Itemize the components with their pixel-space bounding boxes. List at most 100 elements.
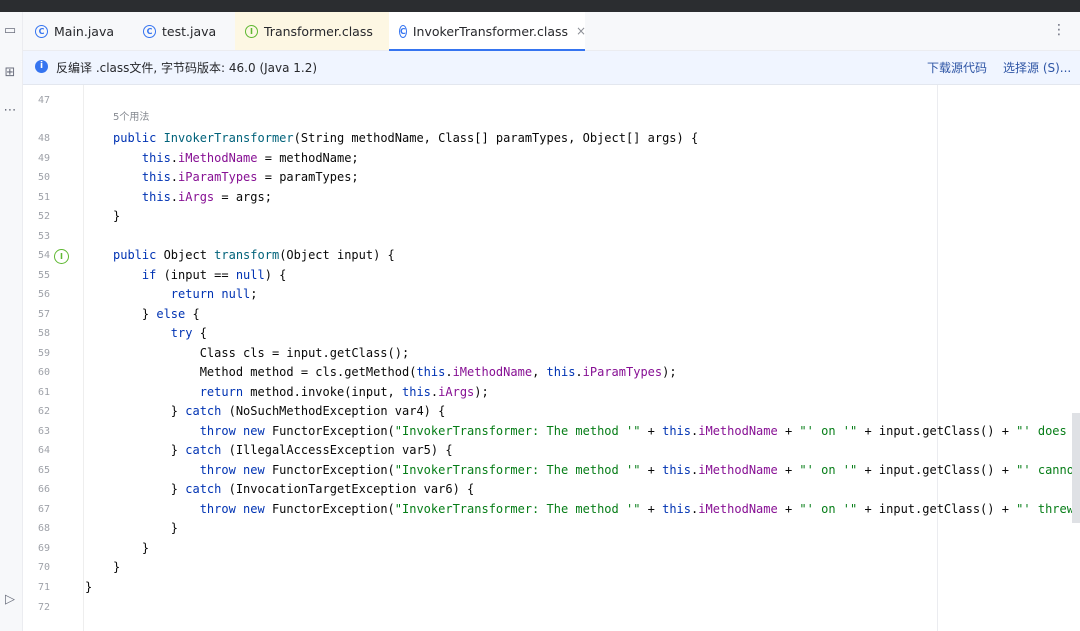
tab-transformer-class[interactable]: I Transformer.class (235, 12, 389, 50)
code-token: ) { (264, 268, 287, 282)
code-editor[interactable]: 5个用法 public InvokerTransformer(String met… (83, 85, 1080, 631)
code-token: . (575, 365, 583, 379)
structure-icon[interactable]: ⊞ (1, 64, 19, 82)
code-token: public (113, 131, 164, 145)
code-token: } (113, 209, 121, 223)
tab-main-java[interactable]: C Main.java (35, 12, 133, 50)
line-number: 69 (37, 543, 50, 554)
code-token: InvokerTransformer (163, 131, 294, 145)
code-token: + (640, 463, 663, 477)
more-tools-icon[interactable]: ⋯ (1, 102, 19, 120)
code-token: (IllegalAccessException var5) { (228, 443, 453, 457)
download-sources-link[interactable]: 下载源代码 (927, 59, 987, 76)
code-token: iMethodName (178, 151, 258, 165)
tab-label: test.java (162, 23, 217, 39)
tabs-menu-icon[interactable]: ⋮ (1052, 22, 1066, 38)
code-token: + input.getClass() + (857, 463, 1017, 477)
code-token: iArgs (438, 385, 475, 399)
code-line: } catch (IllegalAccessException var5) { (113, 443, 453, 457)
tab-label: Main.java (54, 23, 115, 39)
editor-tabs: C Main.java C test.java I Transformer.cl… (23, 12, 1080, 51)
code-token: } (113, 541, 150, 555)
run-icon[interactable]: ▷ (1, 591, 19, 609)
code-token: return null (113, 287, 251, 301)
line-number: 64 (37, 445, 50, 456)
code-token: method.invoke(input, (250, 385, 402, 399)
line-number: 51 (37, 192, 50, 203)
code-token: null (235, 268, 265, 282)
code-token: ); (662, 365, 677, 379)
line-number: 60 (37, 367, 50, 378)
horizontal-scroll-indicator[interactable] (1072, 413, 1080, 523)
code-token: + input.getClass() + (857, 502, 1017, 516)
code-token: this (113, 190, 171, 204)
close-icon[interactable]: × (576, 24, 586, 38)
code-line: this.iArgs = args; (113, 190, 272, 204)
line-number: 68 (37, 523, 50, 534)
line-number: 58 (37, 328, 50, 339)
code-token: , (532, 365, 547, 379)
line-number: 59 (37, 348, 50, 359)
code-line: if (input == null) { (113, 268, 287, 282)
code-token: "' on '" (799, 502, 858, 516)
code-line: Class cls = input.getClass(); (113, 346, 410, 360)
code-token: } (113, 307, 157, 321)
code-token: this (662, 502, 692, 516)
code-token: iMethodName (698, 502, 778, 516)
code-token: } (113, 560, 121, 574)
code-token: "' cannot be accessed"); (1016, 463, 1080, 477)
line-number: 54 (37, 250, 50, 261)
code-token: this (662, 463, 692, 477)
code-token: iMethodName (452, 365, 533, 379)
code-token: public (113, 248, 164, 262)
class-icon: C (143, 24, 156, 38)
code-token: this (402, 385, 431, 399)
code-token: } (113, 521, 179, 535)
line-number: 48 (37, 133, 50, 144)
code-line: } (113, 209, 120, 223)
code-token: catch (185, 404, 229, 418)
tab-invokertransformer-class[interactable]: C InvokerTransformer.class × (389, 12, 586, 51)
code-token: = methodName; (257, 151, 359, 165)
line-number: 62 (37, 406, 50, 417)
code-line: } (113, 521, 178, 535)
line-number: 72 (37, 602, 50, 613)
code-token: ); (474, 385, 489, 399)
line-number: 66 (37, 484, 50, 495)
line-number: 50 (37, 172, 50, 183)
tab-label: Transformer.class (264, 23, 373, 39)
code-token: . (170, 190, 179, 204)
implements-method-icon[interactable]: I (54, 249, 69, 264)
code-token: throw new (113, 424, 272, 438)
code-token: (input == (163, 268, 236, 282)
line-number: 57 (37, 309, 50, 320)
code-token: } (85, 580, 93, 594)
choose-sources-link[interactable]: 选择源 (S)... (1003, 59, 1071, 76)
code-token: Method method = cls.getMethod( (113, 365, 417, 379)
code-token: FunctorException( (271, 424, 395, 438)
code-token: transform (214, 248, 280, 262)
code-token: ; (250, 287, 258, 301)
line-number: 67 (37, 504, 50, 515)
code-token: Class cls = input.getClass(); (113, 346, 410, 360)
code-token: } (113, 482, 186, 496)
tab-label: InvokerTransformer.class (412, 23, 569, 39)
code-token: } (113, 443, 186, 457)
code-token: { (199, 326, 207, 340)
code-line: public Object transform(Object input) { (113, 248, 395, 262)
code-token: iMethodName (698, 463, 778, 477)
code-token: FunctorException( (271, 502, 395, 516)
code-token: "' on '" (799, 463, 858, 477)
code-token: catch (185, 482, 229, 496)
project-folder-icon[interactable]: ▭ (1, 22, 19, 40)
code-token: FunctorException( (271, 463, 395, 477)
code-token: this (113, 151, 171, 165)
code-token: "InvokerTransformer: The method '" (394, 502, 641, 516)
tab-test-java[interactable]: C test.java (143, 12, 235, 50)
code-token: + input.getClass() + (857, 424, 1017, 438)
code-token: "' threw an exception"); (1016, 502, 1074, 516)
line-number: 56 (37, 289, 50, 300)
usage-hint[interactable]: 5个用法 (113, 108, 149, 123)
code-token: . (445, 365, 453, 379)
code-token: iArgs (178, 190, 215, 204)
